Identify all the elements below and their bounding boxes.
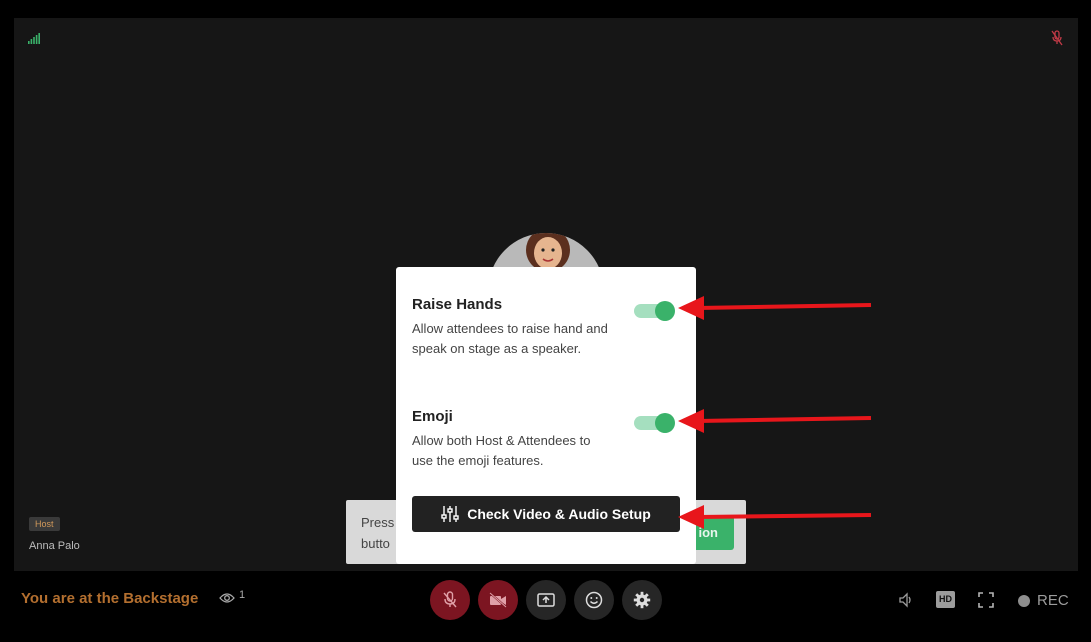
backstage-status: You are at the Backstage <box>21 590 199 607</box>
record-dot-icon <box>1018 594 1030 607</box>
camera-off-icon <box>489 592 507 608</box>
raise-hands-toggle[interactable] <box>634 301 675 321</box>
gear-icon <box>633 591 651 609</box>
volume-icon[interactable] <box>898 592 914 608</box>
annotation-arrow-raise-hands <box>678 296 872 320</box>
emoji-button[interactable] <box>574 580 614 620</box>
mic-toggle-button[interactable] <box>430 580 470 620</box>
eye-icon <box>219 593 235 603</box>
toggle-knob <box>655 413 675 433</box>
hd-quality-button[interactable]: HD <box>936 591 955 608</box>
share-screen-button[interactable] <box>526 580 566 620</box>
check-button-label: Check Video & Audio Setup <box>467 506 651 522</box>
viewer-count: 1 <box>219 589 246 604</box>
check-video-audio-button[interactable]: Check Video & Audio Setup <box>412 496 680 532</box>
host-badge: Host <box>29 517 60 531</box>
toggle-knob <box>655 301 675 321</box>
settings-popup: Raise Hands Allow attendees to raise han… <box>396 267 696 564</box>
fullscreen-icon[interactable] <box>978 592 994 608</box>
rec-label: REC <box>1037 592 1069 609</box>
record-button[interactable]: REC <box>1018 592 1069 609</box>
smile-icon <box>585 591 603 609</box>
camera-toggle-button[interactable] <box>478 580 518 620</box>
annotation-arrow-check-setup <box>678 505 872 529</box>
host-name-label: Anna Palo <box>29 540 80 552</box>
annotation-arrow-emoji <box>678 409 872 433</box>
sliders-icon <box>441 506 459 522</box>
emoji-toggle[interactable] <box>634 413 675 433</box>
mic-off-icon <box>443 591 457 608</box>
viewer-count-value: 1 <box>239 589 246 601</box>
signal-strength-icon <box>28 33 40 44</box>
emoji-description: Allow both Host & Attendees to use the e… <box>412 433 591 468</box>
raise-hands-description: Allow attendees to raise hand and speak … <box>412 321 608 356</box>
settings-button[interactable] <box>622 580 662 620</box>
share-screen-icon <box>537 593 555 607</box>
mic-muted-icon <box>1051 30 1063 46</box>
